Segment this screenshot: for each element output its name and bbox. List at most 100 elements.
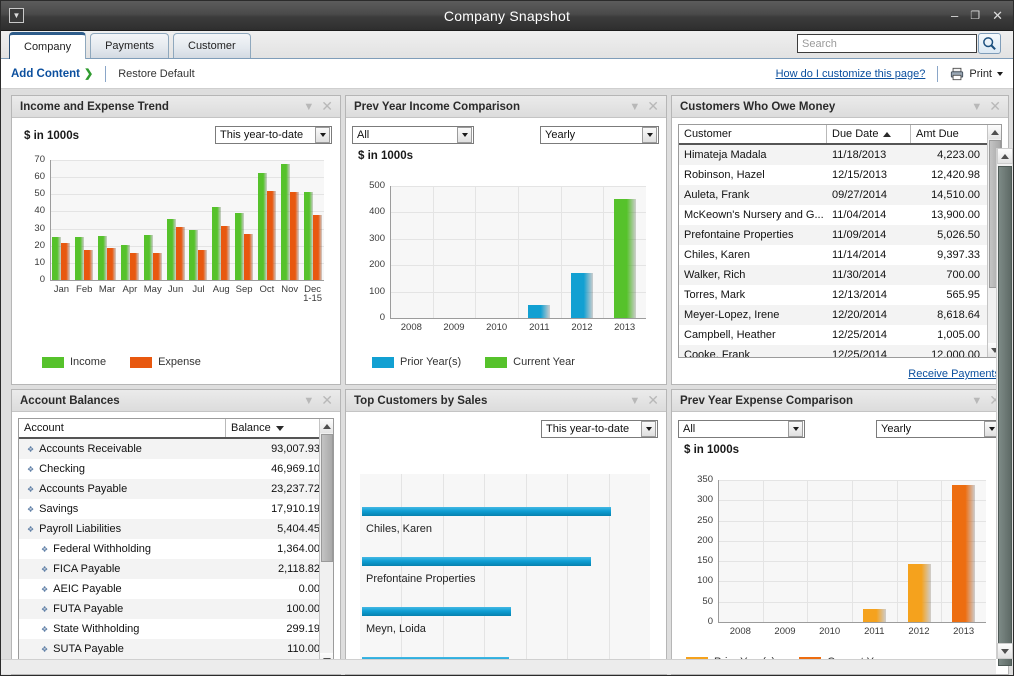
table-row[interactable]: Prefontaine Properties11/09/20145,026.50 [679,225,1001,245]
table-row[interactable]: Robinson, Hazel12/15/201312,420.98 [679,165,1001,185]
panel-account-balances: Account Balances ▼ ✕ Account Balance ❖Ac… [11,389,341,675]
scroll-up-button[interactable] [997,148,1013,164]
y-tick-label: 60 [34,171,45,182]
scroll-up-button[interactable] [320,419,334,433]
bar-income [304,192,313,280]
close-icon[interactable]: ✕ [321,98,333,115]
column-header-account[interactable]: Account [19,419,226,437]
tab-payments[interactable]: Payments [90,33,169,58]
bar-prior-year-s- [571,273,593,318]
collapse-icon[interactable]: ▼ [303,101,314,113]
table-row[interactable]: ❖Accounts Payable23,237.72 [19,479,333,499]
panel-top-customers-by-sales: Top Customers by Sales ▼ ✕ This year-to-… [345,389,667,675]
table-row[interactable]: ❖State Withholding299.19 [19,619,333,639]
pyi-period-select[interactable]: Yearly [540,126,659,144]
column-header-customer[interactable]: Customer [679,125,827,143]
table-row[interactable]: ❖SUTA Payable110.00 [19,639,333,659]
table-row[interactable]: ❖FUTA Payable100.00 [19,599,333,619]
table-row[interactable]: Himateja Madala11/18/20134,223.00 [679,145,1001,165]
add-content-button[interactable]: Add Content ❯ [11,67,93,80]
table-row[interactable]: Campbell, Heather12/25/20141,005.00 [679,325,1001,345]
pye-filter-select[interactable]: All [678,420,805,438]
close-icon[interactable]: ✕ [647,392,659,409]
table-row[interactable]: Torres, Mark12/13/2014565.95 [679,285,1001,305]
column-header-amt-due[interactable]: Amt Due [911,125,985,143]
cell-due-date: 12/20/2014 [827,309,911,321]
table-row[interactable]: Cooke, Frank12/25/201412,000.00 [679,345,1001,358]
scroll-thumb[interactable] [321,434,333,562]
table-row[interactable]: McKeown's Nursery and G...11/04/201413,9… [679,205,1001,225]
table-row[interactable]: ❖Federal Withholding1,364.00 [19,539,333,559]
close-icon[interactable]: ✕ [989,98,1001,115]
iet-range-select[interactable]: This year-to-date [215,126,332,144]
bar-expense [153,253,162,280]
customize-page-link[interactable]: How do I customize this page? [776,68,926,80]
scroll-thumb[interactable] [998,166,1012,666]
tab-company[interactable]: Company [9,32,86,59]
window-menu-icon[interactable]: ▼ [9,8,24,23]
column-header-balance[interactable]: Balance [226,419,325,437]
cell-customer: McKeown's Nursery and G... [679,209,827,221]
maximize-button[interactable]: ❐ [970,9,980,23]
table-row[interactable]: Walker, Rich11/30/2014700.00 [679,265,1001,285]
panel-title: Top Customers by Sales [354,395,487,407]
bar-sales [362,607,511,616]
category-gridline [941,480,942,622]
table-row[interactable]: ❖Checking46,969.10 [19,459,333,479]
tcs-range-select[interactable]: This year-to-date [541,420,658,438]
pyi-filter-select[interactable]: All [352,126,474,144]
cell-customer: Robinson, Hazel [679,169,827,181]
panel-header-icons: ▼ ✕ [303,392,336,409]
table-row[interactable]: ❖Payroll Liabilities5,404.45 [19,519,333,539]
table-body: ❖Accounts Receivable93,007.93❖Checking46… [19,439,333,659]
table-row[interactable]: ❖Accounts Receivable93,007.93 [19,439,333,459]
y-tick-label: 150 [697,555,713,566]
close-icon[interactable]: ✕ [321,392,333,409]
print-button[interactable]: Print [950,67,1003,81]
table-row[interactable]: ❖FICA Payable2,118.82 [19,559,333,579]
collapse-icon[interactable]: ▼ [629,395,640,407]
minimize-button[interactable]: – [951,9,958,23]
column-label: Balance [231,422,271,434]
cell-customer: Meyer-Lopez, Irene [679,309,827,321]
iet-range-value: This year-to-date [220,129,313,141]
table-scrollbar[interactable] [319,419,333,667]
collapse-icon[interactable]: ▼ [971,101,982,113]
pye-period-select[interactable]: Yearly [876,420,1001,438]
restore-default-button[interactable]: Restore Default [118,68,194,80]
table-row[interactable]: Meyer-Lopez, Irene12/20/20148,618.64 [679,305,1001,325]
tab-customer[interactable]: Customer [173,33,251,58]
table-row[interactable]: Auleta, Frank09/27/201414,510.00 [679,185,1001,205]
table-row[interactable]: ❖AEIC Payable0.00 [19,579,333,599]
close-button[interactable]: ✕ [992,9,1003,23]
tcs-range-value: This year-to-date [546,423,639,435]
cell-balance: 93,007.93 [226,443,325,455]
page-vertical-scrollbar[interactable] [996,148,1012,659]
panel-body: Account Balance ❖Accounts Receivable93,0… [12,412,340,674]
gridline [567,474,568,674]
bar-category-label: Prefontaine Properties [366,573,475,585]
panel-body: This year-to-date Chiles, KarenPrefontai… [346,412,666,674]
search-input[interactable] [797,34,977,53]
bar-expense [267,191,276,280]
table-row[interactable]: ❖Savings17,910.19 [19,499,333,519]
table-row[interactable]: Chiles, Karen11/14/20149,397.33 [679,245,1001,265]
print-label: Print [969,68,992,80]
cell-amt-due: 1,005.00 [911,329,985,341]
cell-balance: 110.00 [226,643,325,655]
search-button[interactable] [978,33,1001,54]
collapse-icon[interactable]: ▼ [303,395,314,407]
scroll-up-button[interactable] [988,125,1002,139]
column-label: Account [24,422,64,434]
page-horizontal-scrollbar[interactable] [1,659,996,674]
prev-year-expense-chart: 0501001502002503003502008200920102011201… [682,474,996,644]
scroll-down-button[interactable] [997,643,1013,659]
cell-customer: Campbell, Heather [679,329,827,341]
column-header-due-date[interactable]: Due Date [827,125,911,143]
cell-account: ❖Payroll Liabilities [19,523,226,535]
receive-payments-link[interactable]: Receive Payments [908,368,1000,380]
collapse-icon[interactable]: ▼ [971,395,982,407]
bar-expense [290,192,299,280]
close-icon[interactable]: ✕ [647,98,659,115]
collapse-icon[interactable]: ▼ [629,101,640,113]
